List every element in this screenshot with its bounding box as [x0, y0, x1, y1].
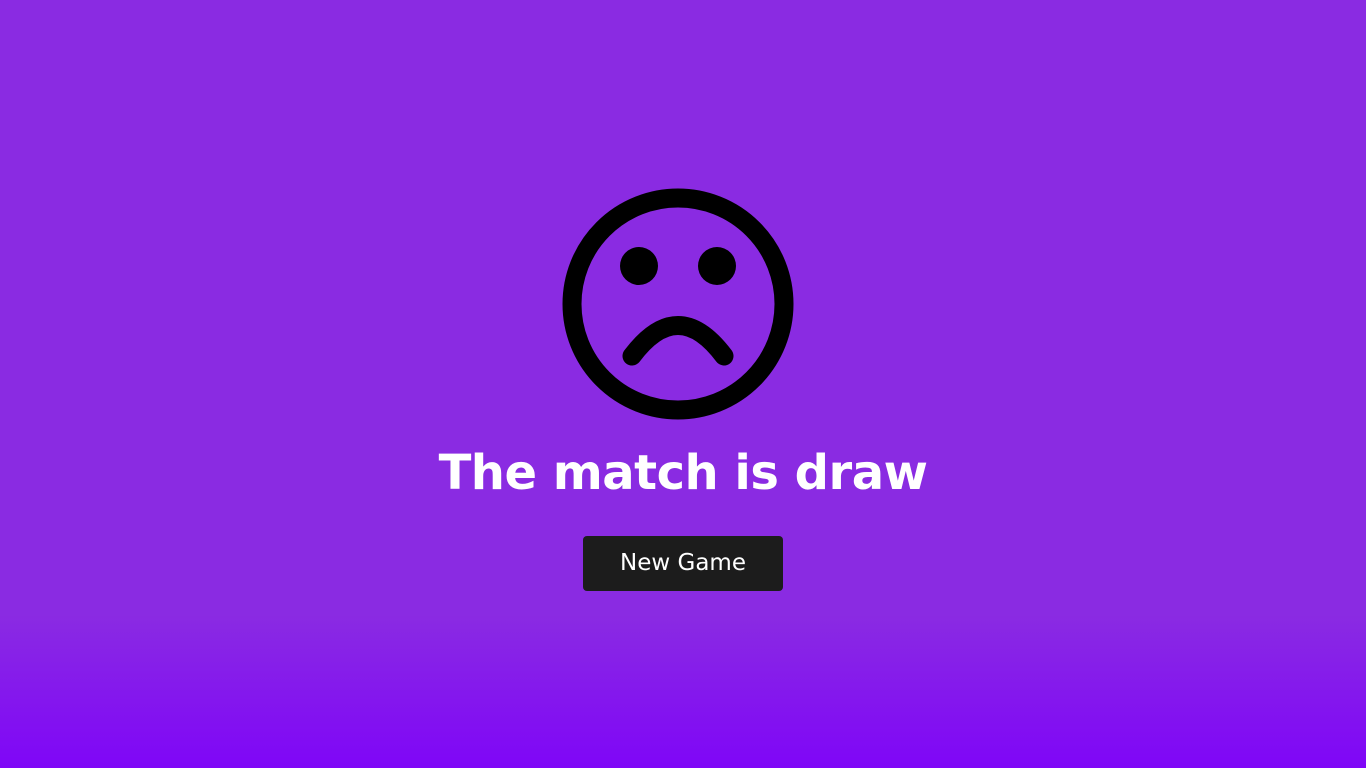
result-message: The match is draw	[438, 445, 928, 501]
sad-face-icon	[561, 187, 795, 421]
draw-result-panel: The match is draw New Game	[0, 0, 1366, 768]
new-game-button[interactable]: New Game	[583, 536, 783, 591]
